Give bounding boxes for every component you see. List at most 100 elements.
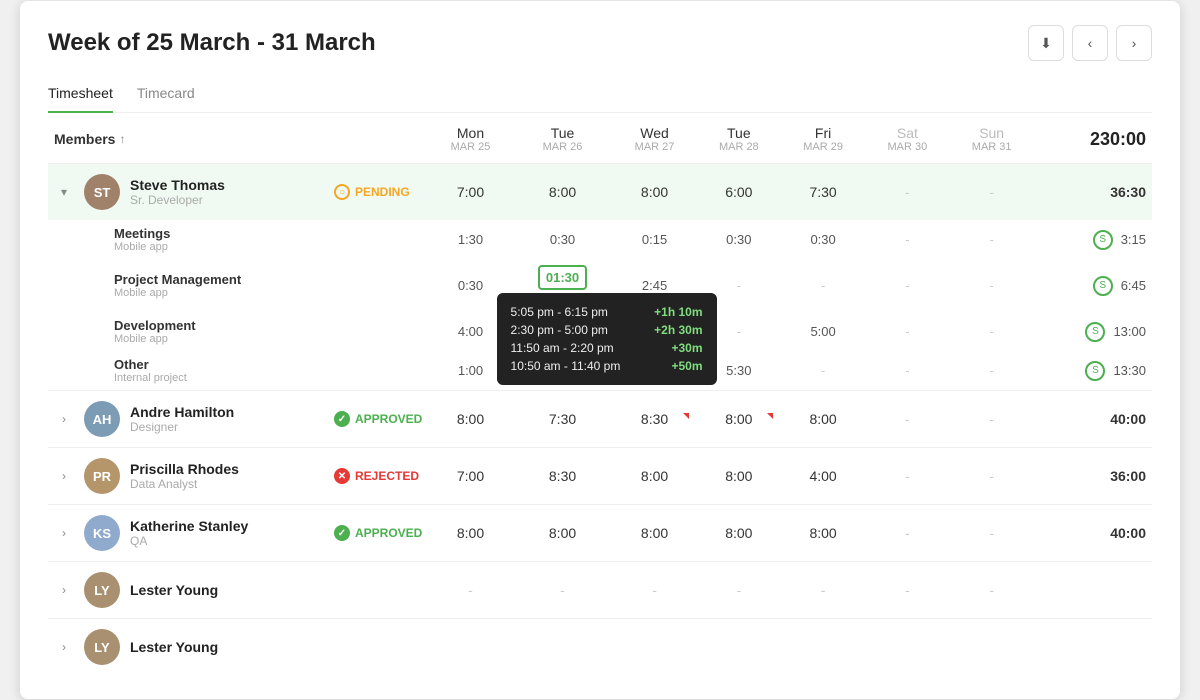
member-time-wed[interactable]: 8:30	[612, 391, 696, 448]
member-time-sat[interactable]: -	[865, 391, 949, 448]
member-name-wrap: Steve Thomas Sr. Developer	[130, 177, 225, 207]
member-name: Lester Young	[130, 582, 218, 598]
subtask-time-fri[interactable]: -	[781, 259, 865, 312]
tooltip-extra-time: +50m	[671, 359, 702, 373]
member-role: Data Analyst	[130, 477, 239, 491]
subtask-time-sun[interactable]: -	[950, 220, 1034, 259]
subtask-time-sun[interactable]: -	[950, 312, 1034, 351]
subtask-time-sat[interactable]: -	[865, 220, 949, 259]
member-time-mon[interactable]: 8:00	[428, 391, 512, 448]
subtask-time-sun[interactable]: -	[950, 259, 1034, 312]
header: Week of 25 March - 31 March ⬇ ‹ ›	[48, 25, 1152, 61]
download-button[interactable]: ⬇	[1028, 25, 1064, 61]
subtask-name-cell: Meetings Mobile app	[48, 220, 328, 259]
subtask-time-sat[interactable]: -	[865, 312, 949, 351]
member-time-mon[interactable]: 7:00	[428, 448, 512, 505]
member-time-tue[interactable]: 8:00	[513, 505, 613, 562]
tooltip-box: 5:05 pm - 6:15 pm +1h 10m 2:30 pm - 5:00…	[497, 293, 717, 385]
member-time-sun[interactable]: -	[950, 505, 1034, 562]
member-time-sun[interactable]: -	[950, 391, 1034, 448]
subtask-time-tue[interactable]: 01:30 ↑ 5:05 pm - 6:15 pm +1h 10m 2:30 p…	[513, 259, 613, 312]
subtask-time-thu[interactable]: 0:30	[697, 220, 781, 259]
next-week-button[interactable]: ›	[1116, 25, 1152, 61]
member-time-fri[interactable]: 8:00	[781, 505, 865, 562]
subtask-time-fri[interactable]: -	[781, 351, 865, 391]
member-time-mon[interactable]: -	[428, 562, 512, 619]
subtask-circle-icon: S	[1085, 361, 1105, 381]
subtask-time-sat[interactable]: -	[865, 259, 949, 312]
tooltip-extra-time: +2h 30m	[654, 323, 702, 337]
member-time-fri[interactable]: 8:00	[781, 391, 865, 448]
member-time-wed[interactable]: 8:00	[612, 505, 696, 562]
member-time-sun[interactable]: -	[950, 562, 1034, 619]
sort-arrow-icon[interactable]: ↑	[119, 132, 125, 146]
member-time-wed[interactable]: 8:00	[612, 164, 696, 221]
member-time-wed[interactable]: -	[612, 562, 696, 619]
member-time-thu[interactable]: -	[697, 562, 781, 619]
fri-column-header: Fri MAR 29	[781, 113, 865, 164]
expand-button[interactable]: ▾	[54, 185, 74, 199]
member-role: Designer	[130, 420, 234, 434]
total-column-header: 230:00	[1034, 113, 1152, 164]
member-time-mon[interactable]: 7:00	[428, 164, 512, 221]
member-time-fri[interactable]: 7:30	[781, 164, 865, 221]
tooltip-time-range: 5:05 pm - 6:15 pm	[511, 305, 608, 319]
red-triangle-marker	[683, 413, 689, 419]
subtask-name: Meetings	[54, 226, 322, 241]
subtask-time-mon[interactable]: 1:30	[428, 220, 512, 259]
expand-button[interactable]: ›	[54, 640, 74, 654]
expand-button[interactable]: ›	[54, 583, 74, 597]
member-time-sat[interactable]: -	[865, 164, 949, 221]
subtask-name: Other	[54, 357, 322, 372]
member-time-tue[interactable]: 7:30	[513, 391, 613, 448]
subtask-time-tue[interactable]: 0:30	[513, 220, 613, 259]
member-time-fri[interactable]: -	[781, 562, 865, 619]
subtask-total: S 13:30	[1034, 351, 1152, 391]
member-time-tue[interactable]: 8:30	[513, 448, 613, 505]
member-time-thu[interactable]: 8:00	[697, 391, 781, 448]
page-title: Week of 25 March - 31 March	[48, 29, 376, 57]
subtask-row: Meetings Mobile app 1:300:300:150:300:30…	[48, 220, 1152, 259]
prev-week-button[interactable]: ‹	[1072, 25, 1108, 61]
highlighted-time-cell[interactable]: 01:30	[538, 265, 587, 290]
member-time-sun[interactable]: -	[950, 448, 1034, 505]
expand-button[interactable]: ›	[54, 469, 74, 483]
member-time-sat[interactable]: -	[865, 562, 949, 619]
subtask-time-wed[interactable]: 0:15	[612, 220, 696, 259]
status-icon-pending: ○	[334, 184, 350, 200]
member-role: QA	[130, 534, 248, 548]
member-time-sat[interactable]: -	[865, 448, 949, 505]
tue-column-header: Tue MAR 26	[513, 113, 613, 164]
tab-timesheet[interactable]: Timesheet	[48, 77, 113, 113]
member-time-tue[interactable]: -	[513, 562, 613, 619]
members-column-header: Members ↑	[48, 113, 328, 164]
tabs: Timesheet Timecard	[48, 77, 1152, 113]
member-time-sat[interactable]: -	[865, 505, 949, 562]
member-status-cell: ✕REJECTED	[328, 448, 428, 505]
expand-button[interactable]: ›	[54, 526, 74, 540]
timesheet-table: Members ↑ Mon MAR 25 Tue MAR 26 Wed	[48, 113, 1152, 675]
subtask-circle-icon: S	[1093, 230, 1113, 250]
subtask-time-sun[interactable]: -	[950, 351, 1034, 391]
tooltip-extra-time: +1h 10m	[654, 305, 702, 319]
subtask-time-fri[interactable]: 0:30	[781, 220, 865, 259]
member-row: › AH Andre Hamilton Designer ✓APPROVED 8…	[48, 391, 1152, 448]
member-time-thu[interactable]: 8:00	[697, 505, 781, 562]
header-actions: ⬇ ‹ ›	[1028, 25, 1152, 61]
member-total	[1034, 562, 1152, 619]
member-time-tue[interactable]: 8:00	[513, 164, 613, 221]
member-time-sun[interactable]: -	[950, 164, 1034, 221]
member-time-thu[interactable]: 6:00	[697, 164, 781, 221]
member-time-thu[interactable]: 8:00	[697, 448, 781, 505]
tab-timecard[interactable]: Timecard	[137, 77, 195, 113]
member-info-cell: › LY Lester Young	[48, 562, 328, 619]
member-total: 40:00	[1034, 505, 1152, 562]
member-time-fri[interactable]: 4:00	[781, 448, 865, 505]
subtask-total-value: 13:00	[1113, 324, 1146, 339]
expand-button[interactable]: ›	[54, 412, 74, 426]
member-name-wrap: Lester Young	[130, 582, 218, 598]
subtask-time-fri[interactable]: 5:00	[781, 312, 865, 351]
member-time-wed[interactable]: 8:00	[612, 448, 696, 505]
member-time-mon[interactable]: 8:00	[428, 505, 512, 562]
subtask-time-sat[interactable]: -	[865, 351, 949, 391]
